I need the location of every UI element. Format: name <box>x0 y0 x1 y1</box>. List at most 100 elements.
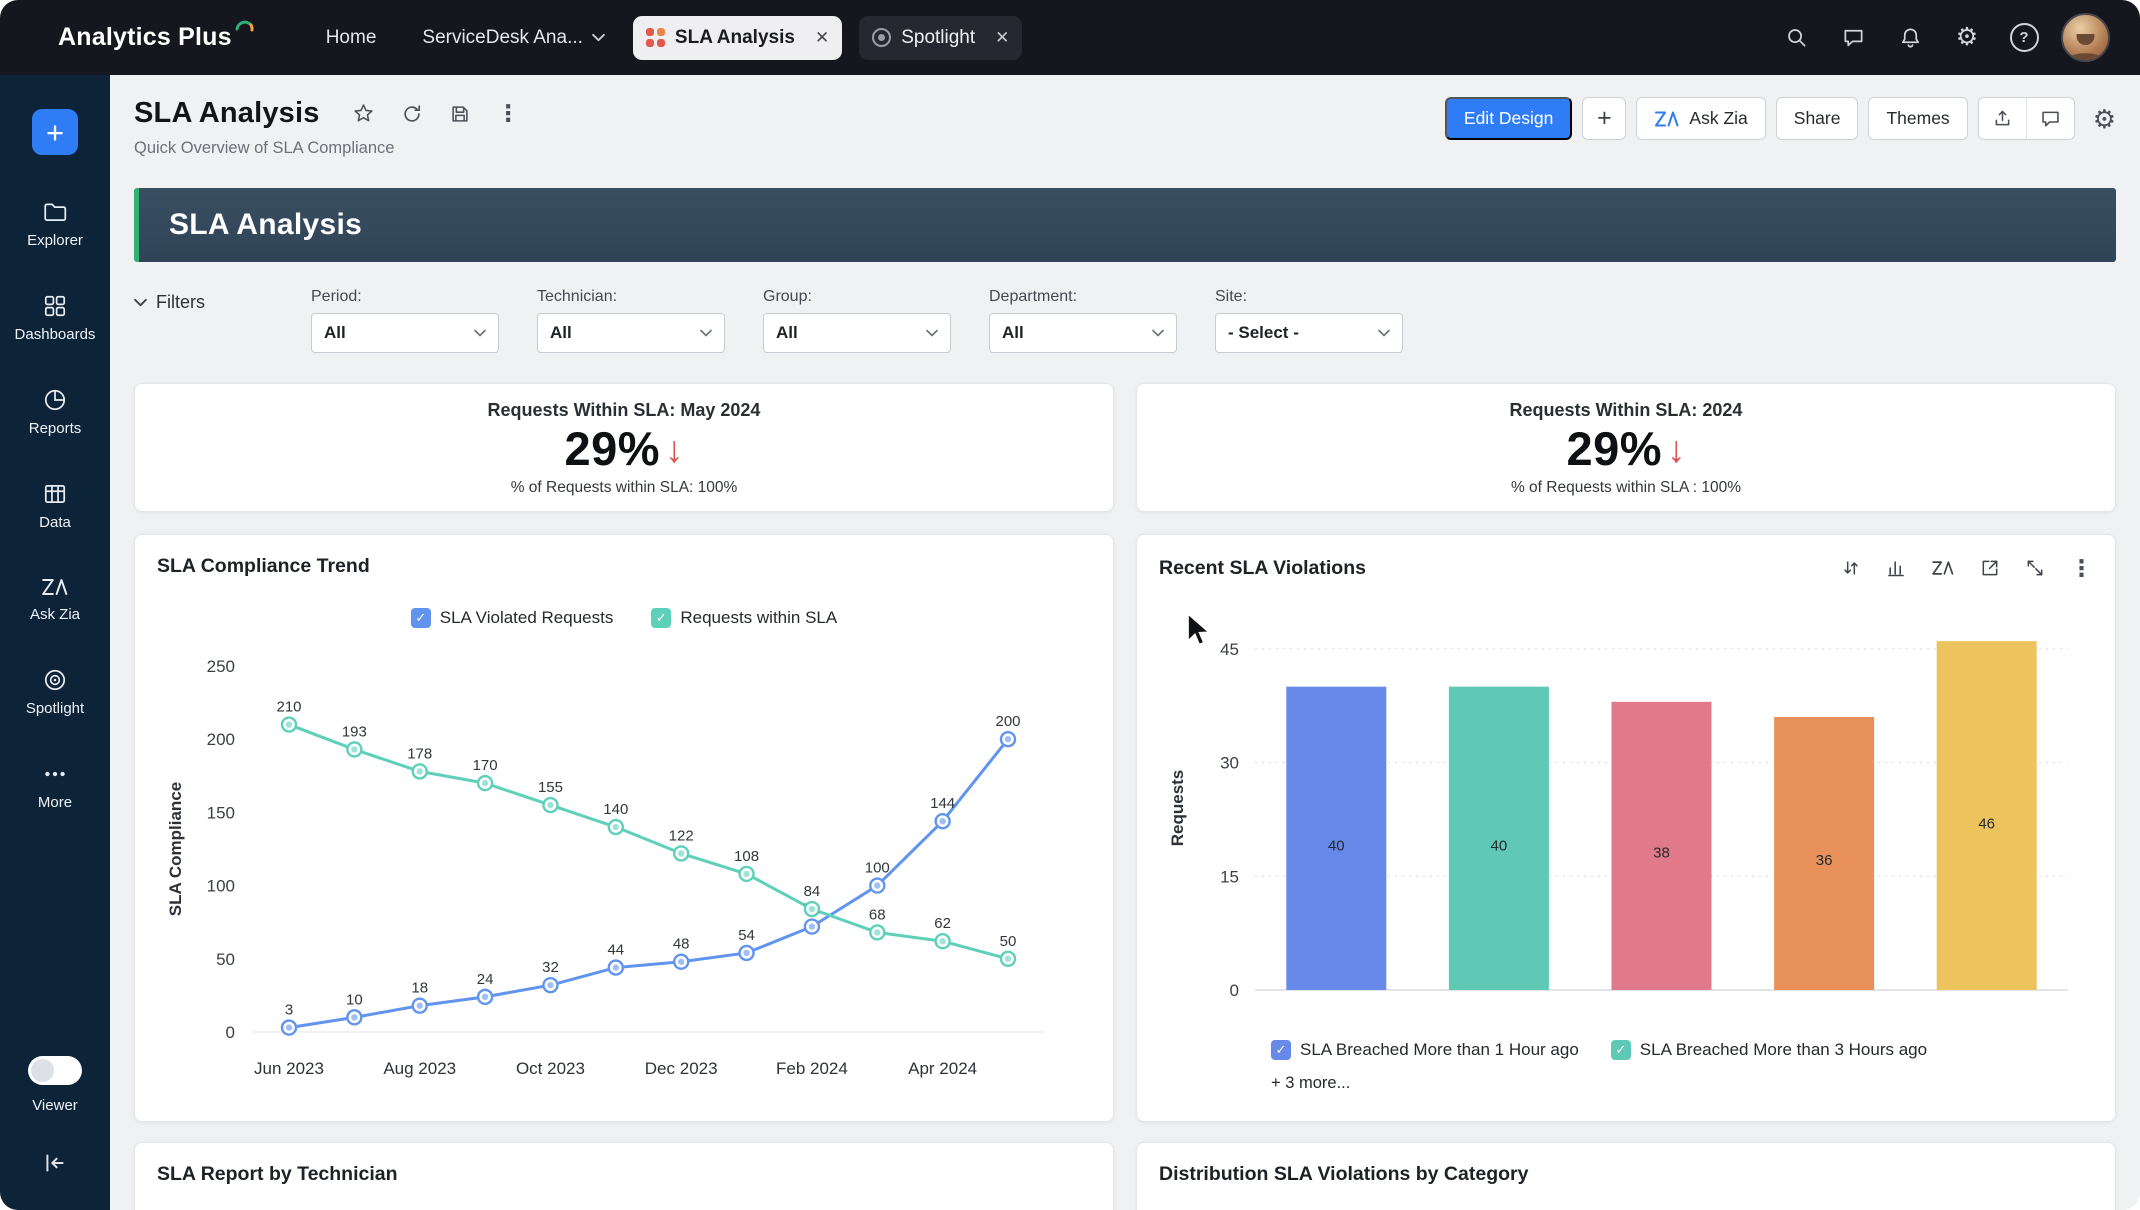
dashboard-banner: SLA Analysis <box>134 188 2116 262</box>
zia-icon <box>41 575 69 599</box>
spotlight-icon <box>872 28 891 47</box>
chat-icon[interactable] <box>1833 18 1873 58</box>
svg-text:200: 200 <box>995 713 1020 730</box>
refresh-icon[interactable] <box>401 103 423 125</box>
svg-text:108: 108 <box>734 848 759 865</box>
pie-chart-icon <box>42 387 68 413</box>
search-icon[interactable] <box>1776 18 1816 58</box>
export-comment-group <box>1978 97 2075 140</box>
filter-site: Site: - Select - <box>1215 288 1403 353</box>
filter-period: Period: All <box>311 288 499 353</box>
svg-text:10: 10 <box>346 991 363 1008</box>
topbar: Analytics Plus Home ServiceDesk Ana... S… <box>0 0 2140 75</box>
chart-type-icon[interactable] <box>1886 558 1906 578</box>
app-logo[interactable]: Analytics Plus <box>58 23 254 52</box>
topbar-actions: ? <box>1776 13 2110 62</box>
save-icon[interactable] <box>449 103 471 125</box>
close-tab-icon[interactable] <box>995 28 1009 48</box>
gear-icon[interactable] <box>1947 18 1987 58</box>
comment-icon[interactable] <box>2026 98 2074 139</box>
line-chart[interactable]: 050100150200250SLA ComplianceJun 2023Aug… <box>157 636 1092 1088</box>
filter-site-select[interactable]: - Select - <box>1215 313 1403 353</box>
tab-sla-analysis[interactable]: SLA Analysis <box>633 16 842 60</box>
create-new-button[interactable]: + <box>32 109 78 155</box>
zia-icon <box>1654 109 1680 129</box>
avatar-silhouette <box>2063 34 2108 60</box>
tab-spotlight[interactable]: Spotlight <box>859 16 1022 60</box>
legend-sla-violated[interactable]: SLA Violated Requests <box>411 608 614 628</box>
checkbox-checked-icon <box>651 608 671 628</box>
legend-breached-1h[interactable]: SLA Breached More than 1 Hour ago <box>1271 1040 1579 1060</box>
kpi-card-year: Requests Within SLA: 2024 29% ↓ % of Req… <box>1136 383 2116 512</box>
svg-text:15: 15 <box>1220 867 1239 886</box>
svg-text:Oct 2023: Oct 2023 <box>516 1059 585 1078</box>
favorite-star-icon[interactable] <box>352 102 375 125</box>
sort-icon[interactable] <box>1841 558 1861 578</box>
svg-text:Requests: Requests <box>1168 769 1187 846</box>
user-avatar[interactable] <box>2061 13 2110 62</box>
chevron-down-icon <box>700 329 712 337</box>
filter-technician-select[interactable]: All <box>537 313 725 353</box>
legend-breached-3h[interactable]: SLA Breached More than 3 Hours ago <box>1611 1040 1927 1060</box>
settings-gear-icon[interactable] <box>2093 106 2116 132</box>
chevron-down-icon <box>134 298 147 307</box>
filter-group-select[interactable]: All <box>763 313 951 353</box>
card-toolbar <box>1841 555 2093 582</box>
themes-button[interactable]: Themes <box>1868 97 1967 140</box>
sidebar-footer: Viewer <box>28 1056 82 1210</box>
ask-zia-button[interactable]: Ask Zia <box>1636 97 1765 140</box>
zia-icon[interactable] <box>1931 559 1955 577</box>
open-in-new-icon[interactable] <box>1980 558 2000 578</box>
export-icon[interactable] <box>1979 98 2026 139</box>
chevron-down-icon <box>1378 329 1390 337</box>
svg-text:45: 45 <box>1220 639 1239 658</box>
svg-text:144: 144 <box>930 795 955 812</box>
legend-within-sla[interactable]: Requests within SLA <box>651 608 837 628</box>
sidebar-item-data[interactable]: Data <box>39 481 71 531</box>
filter-department: Department: All <box>989 288 1177 353</box>
help-icon[interactable]: ? <box>2004 18 2044 58</box>
svg-text:Dec 2023: Dec 2023 <box>645 1059 718 1078</box>
nav-home[interactable]: Home <box>326 27 377 49</box>
nav-servicedesk[interactable]: ServiceDesk Ana... <box>422 27 605 49</box>
svg-text:200: 200 <box>207 730 235 749</box>
bar-chart[interactable]: 0153045Requests4040383646 <box>1159 610 2094 1014</box>
add-button[interactable]: + <box>1582 97 1626 140</box>
sidebar-item-spotlight[interactable]: Spotlight <box>26 667 84 717</box>
svg-text:40: 40 <box>1328 837 1345 854</box>
share-button[interactable]: Share <box>1776 97 1859 140</box>
svg-text:24: 24 <box>477 970 494 987</box>
more-dots-icon <box>42 761 68 787</box>
svg-text:50: 50 <box>1000 932 1017 949</box>
expand-icon[interactable] <box>2025 558 2045 578</box>
more-options-icon[interactable] <box>2070 555 2093 582</box>
svg-text:40: 40 <box>1491 837 1508 854</box>
close-tab-icon[interactable] <box>815 28 829 48</box>
page-subtitle: Quick Overview of SLA Compliance <box>134 139 520 158</box>
tab-strip: SLA Analysis Spotlight <box>633 16 1022 60</box>
filter-period-select[interactable]: All <box>311 313 499 353</box>
filter-technician: Technician: All <box>537 288 725 353</box>
svg-text:193: 193 <box>342 723 367 740</box>
collapse-sidebar-icon[interactable] <box>42 1150 68 1176</box>
sidebar-item-reports[interactable]: Reports <box>29 387 82 437</box>
edit-design-button[interactable]: Edit Design <box>1445 97 1573 140</box>
toggle-knob <box>31 1059 54 1082</box>
sidebar-item-dashboards[interactable]: Dashboards <box>15 293 96 343</box>
sidebar-item-explorer[interactable]: Explorer <box>27 199 83 249</box>
sidebar-item-more[interactable]: More <box>38 761 72 811</box>
bell-icon[interactable] <box>1890 18 1930 58</box>
top-nav: Home ServiceDesk Ana... <box>326 27 605 49</box>
svg-text:0: 0 <box>1230 981 1239 1000</box>
trend-down-arrow: ↓ <box>665 431 684 468</box>
legend-more-link[interactable]: + 3 more... <box>1271 1074 2093 1093</box>
svg-text:48: 48 <box>673 935 690 952</box>
page-header: SLA Analysis Quick Overview of SLA Compl… <box>134 97 2116 158</box>
filter-department-select[interactable]: All <box>989 313 1177 353</box>
trend-legend: SLA Violated Requests Requests within SL… <box>157 608 1091 628</box>
banner-title: SLA Analysis <box>169 208 362 242</box>
sidebar-item-ask-zia[interactable]: Ask Zia <box>30 575 80 623</box>
filters-toggle[interactable]: Filters <box>134 292 264 313</box>
more-options-icon[interactable] <box>497 100 520 127</box>
viewer-toggle[interactable] <box>28 1056 82 1085</box>
